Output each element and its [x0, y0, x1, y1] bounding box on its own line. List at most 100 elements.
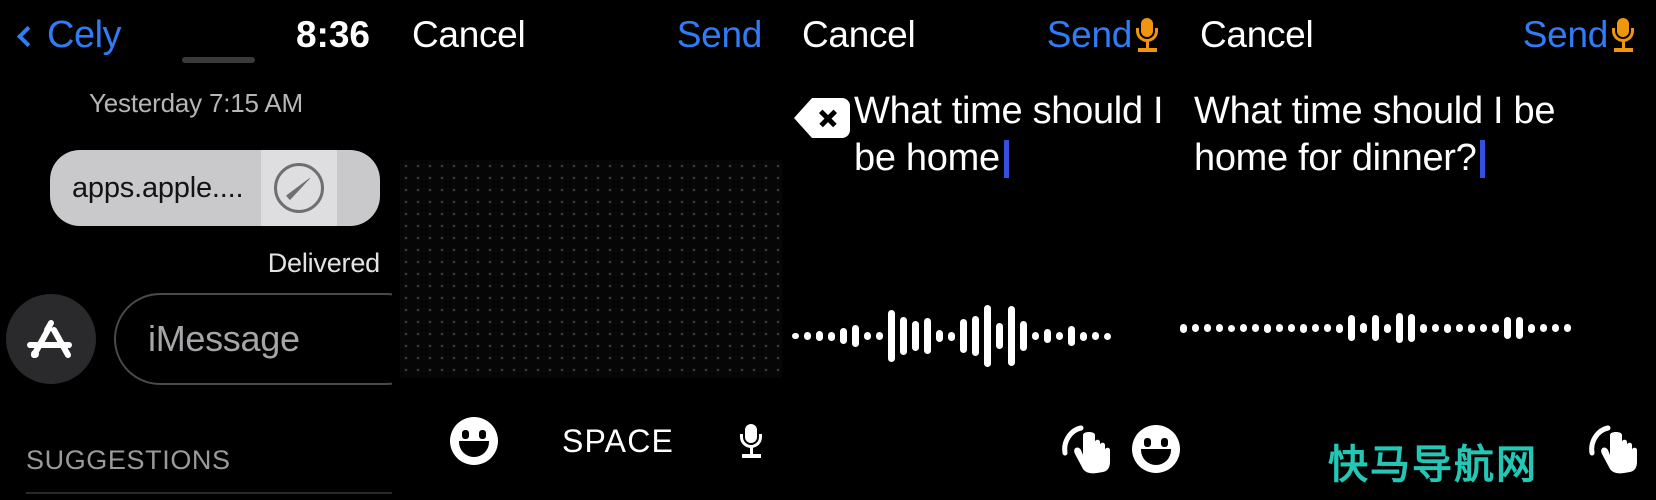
tap-hand-icon[interactable] — [1059, 423, 1117, 475]
waveform-bar — [924, 318, 931, 354]
cancel-button[interactable]: Cancel — [1200, 14, 1314, 56]
message-bubble[interactable]: apps.apple.... — [50, 150, 380, 226]
scribble-input-pad[interactable] — [400, 160, 782, 378]
waveform-bar — [1252, 324, 1259, 332]
dictation-text: What time should I be home for dinner? — [1194, 88, 1656, 182]
send-button-label: Send — [1522, 14, 1609, 55]
emoji-smiley-icon[interactable] — [1132, 425, 1180, 473]
space-key[interactable]: SPACE — [562, 423, 674, 460]
waveform-bar — [960, 319, 967, 353]
waveform-bar — [1456, 324, 1463, 332]
suggestions-divider — [26, 492, 392, 494]
waveform-bar — [828, 331, 835, 341]
waveform-bar — [1432, 324, 1439, 332]
waveform-bar — [1444, 323, 1451, 333]
microphone-icon — [1134, 16, 1160, 54]
suggestions-header: SUGGESTIONS — [26, 445, 231, 475]
microphone-icon — [1610, 16, 1636, 54]
dictation-body: What time should I be home — [782, 74, 1180, 500]
waveform-bar — [888, 310, 895, 362]
waveform-bar — [1092, 332, 1099, 340]
waveform-bar — [876, 332, 883, 340]
send-button[interactable]: Send — [1047, 14, 1160, 56]
app-store-button[interactable] — [6, 294, 96, 384]
panel-dictation-partial: Cancel Send What time should I be home — [782, 0, 1180, 500]
waveform-bar — [852, 325, 859, 347]
navbar-dictation-partial: Cancel Send — [782, 0, 1180, 70]
app-store-icon — [27, 320, 72, 358]
waveform-bar — [1336, 323, 1343, 333]
status-clock: 8:36 — [295, 14, 370, 55]
waveform-bar — [792, 333, 799, 339]
waveform-bar — [1240, 324, 1247, 332]
waveform-bar — [1492, 323, 1499, 333]
message-bubble-text: apps.apple.... — [72, 171, 244, 204]
waveform-bar — [1348, 315, 1355, 341]
waveform-bar — [1384, 323, 1391, 333]
cancel-button[interactable]: Cancel — [802, 14, 916, 56]
imessage-input[interactable]: iMessage — [114, 293, 392, 385]
bubble-tail — [363, 200, 380, 226]
site-watermark: 快马导航网 — [1328, 442, 1538, 488]
waveform-bar — [1480, 324, 1487, 332]
dictation-text: What time should I be home — [854, 88, 1180, 182]
waveform-bar — [1396, 313, 1403, 343]
waveform-bar — [948, 331, 955, 341]
navbar-dictation-complete: Cancel Send — [1180, 0, 1656, 70]
waveform-bar — [1180, 323, 1187, 333]
tap-hand-icon[interactable] — [1586, 423, 1644, 475]
panel-dictation-complete: Cancel Send What time should I be home f… — [1180, 0, 1656, 500]
waveform-bar — [1372, 315, 1379, 341]
waveform-bar — [1468, 323, 1475, 333]
microphone-icon[interactable] — [738, 422, 764, 460]
waveform-bar — [1408, 314, 1415, 342]
waveform-bar — [900, 317, 907, 355]
waveform-bar — [1032, 332, 1039, 340]
day-separator: Yesterday 7:15 AM — [89, 88, 303, 118]
scribble-toolbar: SPACE — [392, 382, 782, 500]
delivered-status: Delivered — [267, 248, 380, 278]
waveform-bar — [1360, 323, 1367, 333]
dictation-toolbar — [782, 398, 1180, 500]
waveform-bar — [984, 305, 991, 367]
waveform-bar — [1564, 324, 1571, 332]
waveform-bar — [1276, 324, 1283, 332]
cancel-button[interactable]: Cancel — [412, 14, 526, 56]
compose-bar: iMessage — [6, 293, 392, 385]
send-button-label: Send — [1046, 14, 1133, 55]
waveform-bar — [1552, 324, 1559, 332]
text-caret — [1480, 140, 1486, 178]
waveform-bar — [816, 331, 823, 341]
waveform-bar — [1080, 331, 1087, 341]
send-button[interactable]: Send — [677, 14, 763, 56]
waveform-bar — [1528, 323, 1535, 333]
watch-screenshot-montage: Cely 8:36 Yesterday 7:15 AM apps.apple..… — [0, 0, 1656, 500]
back-button[interactable]: Cely — [16, 13, 122, 57]
dictation-text-value: What time should I be home for dinner? — [1194, 90, 1566, 179]
safari-compass-icon[interactable] — [261, 150, 338, 226]
waveform-bar — [1288, 324, 1295, 332]
waveform-bar — [840, 328, 847, 344]
waveform-bar — [864, 332, 871, 340]
backspace-delete-icon[interactable] — [794, 98, 850, 138]
waveform-bar — [1540, 324, 1547, 332]
audio-waveform — [792, 296, 1180, 376]
waveform-bar — [1216, 324, 1223, 332]
waveform-bar — [1020, 321, 1027, 351]
emoji-smiley-icon[interactable] — [450, 417, 498, 465]
waveform-bar — [1068, 326, 1075, 346]
waveform-bar — [1008, 306, 1015, 366]
waveform-bar — [1056, 332, 1063, 340]
waveform-bar — [804, 332, 811, 340]
waveform-bar — [1204, 324, 1211, 332]
audio-waveform — [1180, 288, 1656, 368]
waveform-bar — [996, 323, 1003, 349]
chevron-left-icon — [16, 25, 39, 47]
waveform-bar — [912, 321, 919, 351]
panel-conversation: Cely 8:36 Yesterday 7:15 AM apps.apple..… — [0, 0, 392, 500]
send-button[interactable]: Send — [1523, 14, 1636, 56]
dictation-text-value: What time should I be home — [854, 90, 1174, 179]
message-row: apps.apple.... — [50, 150, 380, 226]
waveform-bar — [1504, 317, 1511, 339]
back-button-label: Cely — [47, 13, 122, 56]
